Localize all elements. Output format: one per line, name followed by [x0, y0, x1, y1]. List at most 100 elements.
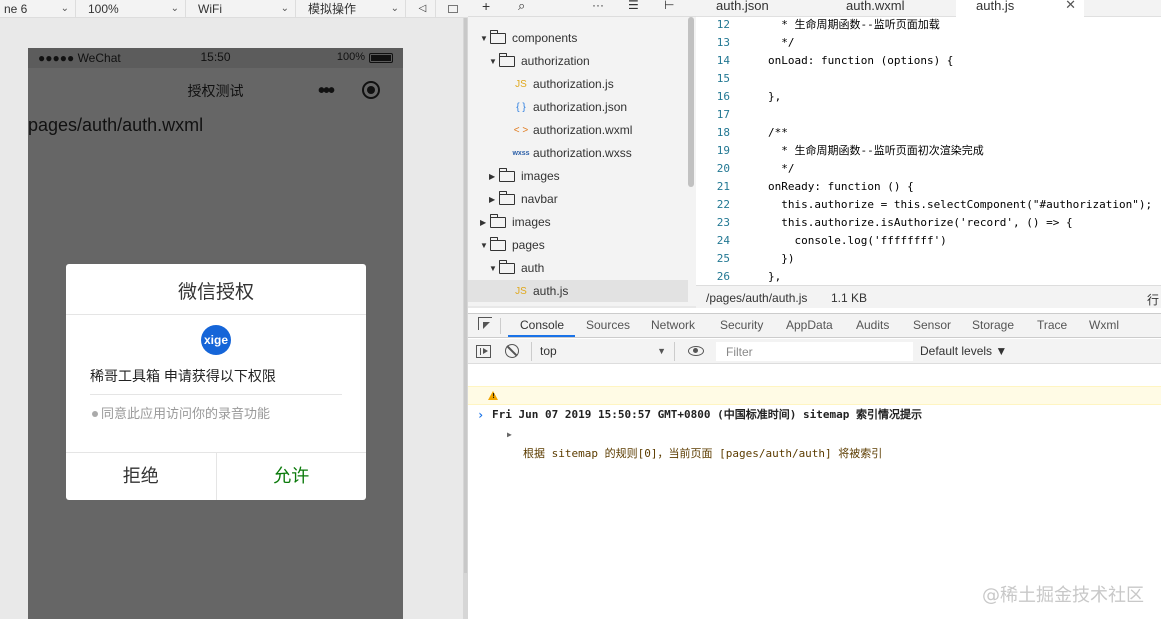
log-group[interactable]: ▼ Fri Jun 07 2019 15:50:57 GMT+0800 (中国标… — [468, 367, 1161, 421]
divider — [500, 318, 501, 334]
code-line: 17 — [696, 106, 1161, 124]
battery-icon — [369, 53, 393, 63]
outline-icon[interactable]: ☰ — [628, 0, 639, 12]
tab-auth-wxml[interactable]: auth.wxml — [826, 0, 956, 17]
splitter-grip[interactable] — [464, 18, 467, 573]
tab-storage[interactable]: Storage — [972, 318, 1014, 332]
tab-auth-json[interactable]: auth.json — [696, 0, 826, 17]
code-line: 21 onReady: function () { — [696, 178, 1161, 196]
chevron-down-icon: ▼ — [480, 33, 488, 43]
auth-dialog: 微信授权 xige 稀哥工具箱 申请获得以下权限 同意此应用访问你的录音功能 拒… — [66, 264, 366, 500]
rotate-button[interactable] — [436, 0, 466, 18]
inspect-icon[interactable] — [478, 317, 492, 330]
code-text: console.log('ffffffff') — [768, 234, 947, 247]
code-line: 20 */ — [696, 160, 1161, 178]
code-line: 22 this.authorize = this.selectComponent… — [696, 196, 1161, 214]
code-line: 14 onLoad: function (options) { — [696, 52, 1161, 70]
code-text: }) — [768, 252, 795, 265]
tab-console[interactable]: Console — [520, 318, 564, 332]
tree-item-authorization-js[interactable]: JS authorization.js — [511, 73, 614, 95]
line-number: 17 — [716, 108, 730, 121]
file-tree: ▼ components ▼ authorization JS authoriz… — [468, 17, 696, 306]
status-bar: ●●●●● WeChat 15:50 100% — [28, 48, 403, 68]
tree-item-authorization-json[interactable]: { } authorization.json — [511, 96, 627, 118]
tab-trace[interactable]: Trace — [1037, 318, 1067, 332]
tab-appdata[interactable]: AppData — [786, 318, 833, 332]
collapse-icon[interactable]: ⊢ — [664, 0, 674, 12]
chevron-right-icon: ▶ — [507, 430, 512, 439]
mode-label: 模拟操作 — [308, 2, 357, 16]
reject-button[interactable]: 拒绝 — [66, 453, 217, 500]
log-warning[interactable]: ▶ 根据 sitemap 的规则[0]，当前页面 [pages/auth/aut… — [468, 386, 1161, 460]
code-text: */ — [768, 162, 795, 175]
line-number: 13 — [716, 36, 730, 49]
tree-item-authorization[interactable]: ▼ authorization — [489, 50, 590, 72]
code-text: * 生命周期函数--监听页面加载 — [768, 18, 940, 31]
chevron-down-icon: ⌄ — [170, 2, 179, 14]
sidebar-toggle-icon[interactable] — [476, 345, 491, 358]
chevron-down-icon: ⌄ — [390, 2, 399, 14]
battery-percent: 100% — [336, 51, 365, 63]
tree-item-components[interactable]: ▼ components — [480, 27, 577, 49]
close-capsule-icon[interactable] — [362, 81, 380, 99]
line-indicator[interactable]: 行 — [1147, 291, 1159, 308]
code-text: this.authorize = this.selectComponent("#… — [768, 198, 1153, 211]
app-logo: xige — [201, 325, 231, 355]
folder-icon — [499, 52, 515, 67]
wxss-file-icon: wxss — [512, 149, 530, 157]
tree-item-label: authorization.wxss — [533, 146, 632, 160]
page-path-text: pages/auth/auth.wxml — [28, 115, 204, 135]
tree-item-label: authorization.wxml — [533, 123, 633, 137]
tab-security[interactable]: Security — [720, 318, 763, 332]
folder-icon — [490, 213, 506, 228]
more-icon[interactable]: ••• — [318, 80, 335, 103]
code-text: */ — [768, 36, 795, 49]
log-levels-select[interactable]: Default levels ▼ — [920, 344, 1007, 358]
tree-item-images[interactable]: ▶ images — [480, 211, 551, 233]
mode-select[interactable]: 模拟操作 ⌄ — [296, 0, 406, 18]
tab-network[interactable]: Network — [651, 318, 695, 332]
tab-sources[interactable]: Sources — [586, 318, 630, 332]
tab-label: auth.wxml — [846, 0, 905, 13]
code-text: this.authorize.isAuthorize('record', () … — [768, 216, 1073, 229]
tree-item-pages[interactable]: ▼ pages — [480, 234, 545, 256]
context-select[interactable]: top ▼ — [531, 342, 675, 361]
zoom-select[interactable]: 100% ⌄ — [76, 0, 186, 18]
filter-input[interactable] — [716, 342, 913, 361]
code-editor[interactable]: 12 * 生命周期函数--监听页面加载 13 */ 14 onLoad: func… — [696, 17, 1161, 285]
file-tree-toolbar: + ⌕ ··· ☰ ⊢ — [468, 0, 696, 17]
more-icon[interactable]: ··· — [592, 0, 604, 12]
network-select[interactable]: WiFi ⌄ — [186, 0, 296, 18]
tree-item-authorization-wxss[interactable]: wxss authorization.wxss — [511, 142, 632, 164]
line-number: 21 — [716, 180, 730, 193]
tab-audits[interactable]: Audits — [856, 318, 889, 332]
json-file-icon: { } — [516, 101, 526, 113]
code-line: 15 — [696, 70, 1161, 88]
bullet-icon — [92, 410, 98, 417]
device-label: ne 6 — [4, 1, 28, 16]
permission-item: 同意此应用访问你的录音功能 — [92, 403, 270, 422]
tree-item-auth[interactable]: ▼ auth — [489, 257, 544, 279]
sound-button[interactable]: ◁ — [406, 0, 436, 18]
close-icon[interactable]: ✕ — [1065, 0, 1076, 11]
app-request-text: 稀哥工具箱 申请获得以下权限 — [90, 368, 276, 384]
tab-auth-js[interactable]: auth.js ✕ — [956, 0, 1084, 17]
tree-item-label: pages — [512, 238, 545, 252]
line-number: 14 — [716, 54, 730, 67]
add-icon[interactable]: + — [482, 0, 490, 14]
tab-sensor[interactable]: Sensor — [913, 318, 951, 332]
tree-item-auth-js[interactable]: JS auth.js — [468, 280, 688, 302]
search-icon[interactable]: ⌕ — [518, 0, 525, 14]
tab-wxml[interactable]: Wxml — [1089, 318, 1119, 332]
file-tree-scrollbar[interactable] — [688, 17, 694, 187]
tree-item-navbar[interactable]: ▶ navbar — [489, 188, 558, 210]
console-prompt[interactable]: › — [477, 408, 484, 422]
tree-item-images-sub[interactable]: ▶ images — [489, 165, 560, 187]
allow-button[interactable]: 允许 — [217, 453, 367, 500]
line-number: 20 — [716, 162, 730, 175]
line-number: 22 — [716, 198, 730, 211]
tree-item-authorization-wxml[interactable]: < > authorization.wxml — [511, 119, 633, 141]
eye-icon[interactable] — [688, 346, 704, 356]
device-select[interactable]: ne 6 ⌄ — [0, 0, 76, 18]
clear-console-icon[interactable] — [505, 344, 519, 358]
